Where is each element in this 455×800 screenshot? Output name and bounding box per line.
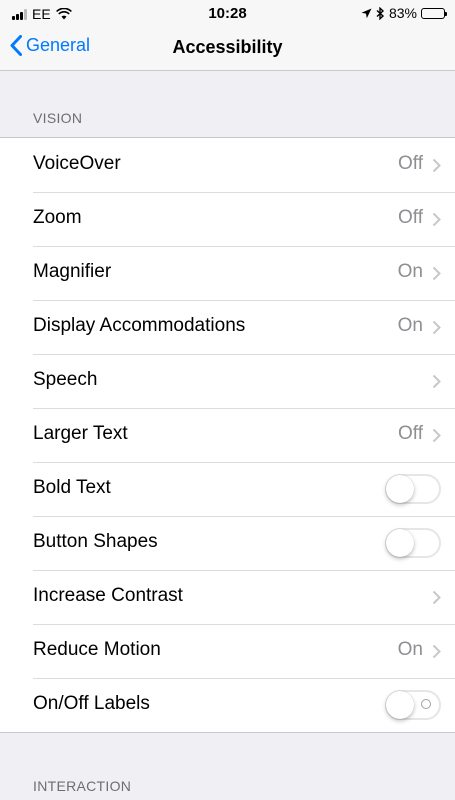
off-label-circle-icon (421, 699, 431, 709)
battery-icon (421, 7, 447, 19)
row-on-off-labels: On/Off Labels (0, 678, 455, 732)
back-button[interactable]: General (10, 35, 90, 56)
toggle-knob (386, 475, 414, 503)
row-label: Increase Contrast (33, 585, 183, 606)
row-value: Off (398, 423, 423, 444)
chevron-right-icon (432, 266, 441, 281)
chevron-right-icon (432, 158, 441, 173)
status-bar: EE 10:28 83% (0, 0, 455, 28)
row-value: Off (398, 153, 423, 174)
location-arrow-icon (361, 8, 372, 18)
section-header-interaction: INTERACTION (33, 778, 132, 794)
chevron-right-icon (432, 212, 441, 227)
toggle-knob (386, 529, 414, 557)
row-label: Speech (33, 369, 98, 390)
row-speech[interactable]: Speech (0, 354, 455, 408)
section-header-vision: VISION (33, 110, 83, 126)
row-value: On (397, 315, 423, 336)
navigation-bar: General Accessibility (0, 28, 455, 71)
chevron-right-icon (432, 374, 441, 389)
on-off-labels-toggle[interactable] (385, 690, 441, 720)
row-label: Reduce Motion (33, 639, 161, 660)
row-zoom[interactable]: Zoom Off (0, 192, 455, 246)
chevron-right-icon (432, 644, 441, 659)
row-label: Bold Text (33, 477, 111, 498)
chevron-right-icon (432, 320, 441, 335)
chevron-right-icon (432, 428, 441, 443)
battery-percentage: 83% (388, 5, 417, 21)
row-value: On (397, 261, 423, 282)
row-label: VoiceOver (33, 153, 121, 174)
row-voiceover[interactable]: VoiceOver Off (0, 138, 455, 192)
row-label: Magnifier (33, 261, 112, 282)
bluetooth-icon (376, 6, 384, 20)
row-button-shapes: Button Shapes (0, 516, 455, 570)
row-bold-text: Bold Text (0, 462, 455, 516)
button-shapes-toggle[interactable] (385, 528, 441, 558)
status-right: 83% (361, 5, 447, 21)
row-magnifier[interactable]: Magnifier On (0, 246, 455, 300)
chevron-right-icon (432, 590, 441, 605)
row-display-accommodations[interactable]: Display Accommodations On (0, 300, 455, 354)
row-label: On/Off Labels (33, 693, 150, 714)
vision-settings-group: VoiceOver Off Zoom Off Magnifier On Disp… (0, 137, 455, 733)
row-larger-text[interactable]: Larger Text Off (0, 408, 455, 462)
back-button-label: General (26, 35, 91, 55)
chevron-left-icon (10, 35, 22, 56)
toggle-knob (386, 691, 414, 719)
row-value: Off (398, 207, 423, 228)
row-reduce-motion[interactable]: Reduce Motion On (0, 624, 455, 678)
row-value: On (397, 639, 423, 660)
row-label: Button Shapes (33, 531, 158, 552)
bold-text-toggle[interactable] (385, 474, 441, 504)
row-label: Zoom (33, 207, 82, 228)
row-label: Display Accommodations (33, 315, 246, 336)
row-increase-contrast[interactable]: Increase Contrast (0, 570, 455, 624)
row-label: Larger Text (33, 423, 128, 444)
